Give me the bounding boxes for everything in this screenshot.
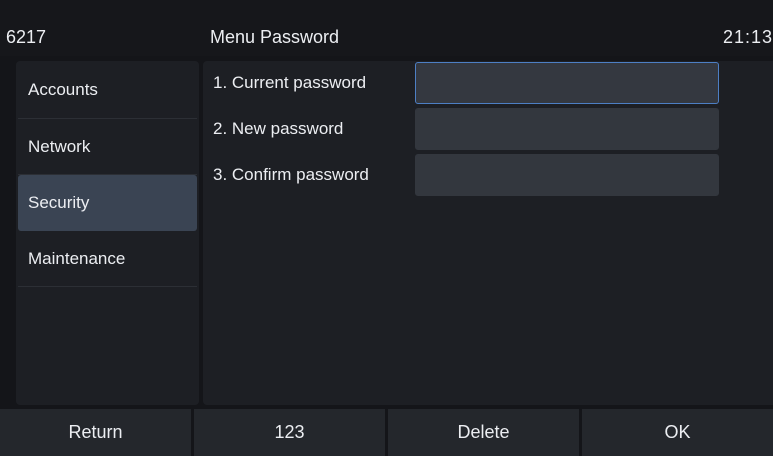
delete-button[interactable]: Delete [388,409,579,456]
sidebar-item-maintenance[interactable]: Maintenance [18,231,197,287]
sidebar-item-network[interactable]: Network [18,119,197,175]
confirm-password-field[interactable] [415,154,719,196]
input-mode-button[interactable]: 123 [194,409,385,456]
new-password-field[interactable] [415,108,719,150]
sidebar-item-security[interactable]: Security [18,175,197,231]
sidebar-item-label: Network [28,136,91,156]
sidebar-item-label: Maintenance [28,248,126,268]
current-password-field[interactable] [415,62,719,104]
return-button[interactable]: Return [0,409,191,456]
confirm-password-row: 3. Confirm password [203,154,773,196]
confirm-password-label: 3. Confirm password [213,165,369,184]
new-password-row: 2. New password [203,108,773,150]
sidebar-item-label: Security [28,193,90,212]
sidebar-item-label: Accounts [28,79,98,99]
phone-screen: 6217 Menu Password 21:13 Accounts Networ… [0,0,773,456]
extension-number: 6217 [6,27,47,47]
sidebar: Accounts Network Security Maintenance [16,61,199,405]
new-password-label: 2. New password [213,119,344,138]
page-title: Menu Password [210,27,340,47]
current-password-label: 1. Current password [213,73,367,92]
current-password-row: 1. Current password [203,62,773,104]
status-bar: 6217 Menu Password 21:13 [0,0,773,56]
softkey-bar: Return 123 Delete OK [0,409,773,456]
password-form: 1. Current password 2. New password 3. C… [203,61,773,405]
ok-button[interactable]: OK [582,409,773,456]
sidebar-item-accounts[interactable]: Accounts [18,61,197,119]
clock: 21:13 [722,27,773,47]
